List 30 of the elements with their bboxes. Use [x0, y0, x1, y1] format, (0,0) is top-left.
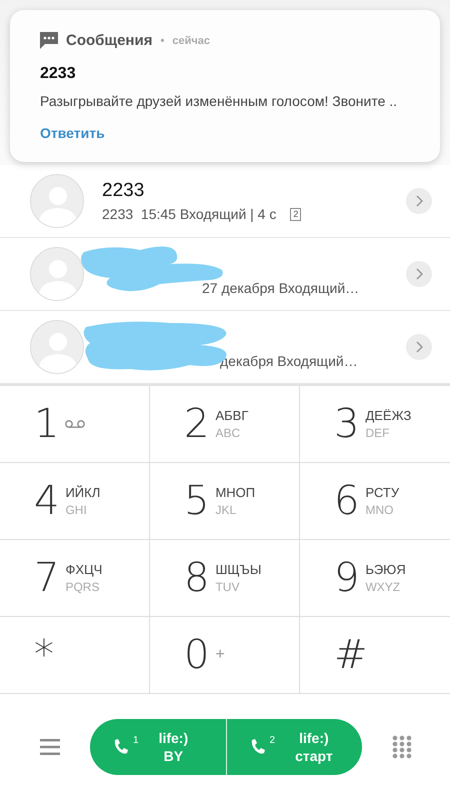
call-detail: 2233 15:45 Входящий | 4 с — [102, 206, 276, 222]
call-detail: декабря Входящий… — [220, 353, 358, 369]
chevron-button[interactable] — [406, 188, 432, 214]
dial-key[interactable]: 0+ — [150, 617, 300, 694]
sim-number: 2 — [270, 736, 276, 746]
message-icon — [40, 32, 58, 49]
chevron-icon — [415, 195, 423, 207]
sim-badge: 2 — [290, 208, 302, 220]
notification-title: 2233 — [40, 65, 77, 83]
chevron-button[interactable] — [406, 261, 432, 287]
chevron-button[interactable] — [406, 334, 432, 360]
call-row[interactable]: декабря Входящий… — [0, 311, 450, 384]
sim-number: 1 — [133, 736, 139, 746]
separator-dot: • — [160, 34, 164, 46]
notification-time: сейчас — [172, 34, 210, 46]
voicemail-icon — [65, 420, 86, 428]
dial-key[interactable]: 1 — [0, 386, 150, 463]
call-row[interactable]: 2233 2233 15:45 Входящий | 4 с 2 — [0, 165, 450, 238]
menu-icon[interactable] — [40, 739, 60, 755]
chevron-icon — [415, 341, 423, 353]
dial-key[interactable]: * — [0, 617, 150, 694]
reply-button[interactable]: Ответить — [40, 125, 105, 141]
notification-card[interactable]: Сообщения • сейчас 2233 Разыгрывайте друзей изменённым голосом! Звоните .. Ответить — [10, 10, 440, 162]
caller-name: 2233 — [102, 180, 146, 202]
call-row[interactable]: 27 декабря Входящий… — [0, 238, 450, 311]
app-name: Сообщения — [66, 32, 152, 49]
chevron-icon — [415, 268, 423, 280]
call-detail: 27 декабря Входящий… — [202, 280, 360, 296]
dialpad-icon[interactable] — [392, 735, 412, 759]
notification-text: Разыгрывайте друзей изменённым голосом! Звоните .. — [40, 93, 398, 109]
